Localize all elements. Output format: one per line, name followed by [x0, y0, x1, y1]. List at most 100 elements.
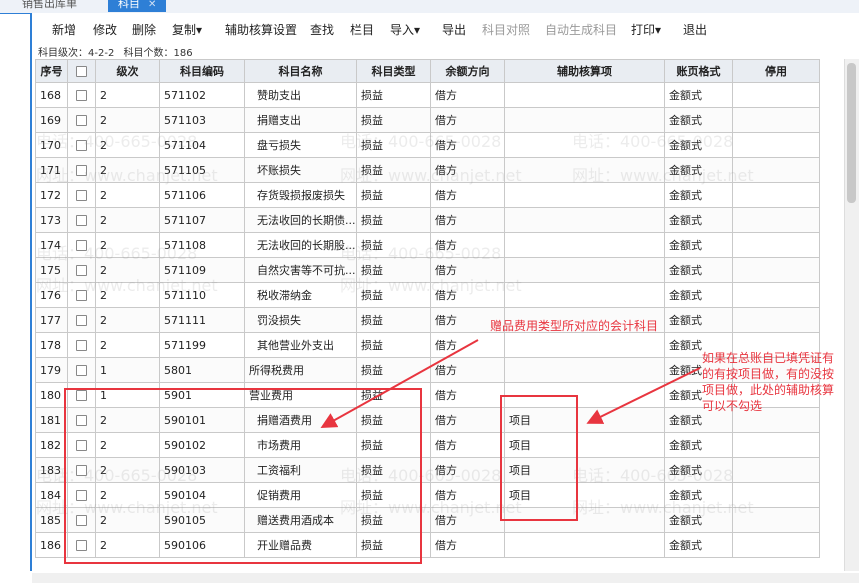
row-name: 无法收回的长期股... — [244, 232, 357, 258]
exit-button[interactable]: 退出 — [683, 21, 707, 38]
row-direction: 借方 — [430, 232, 505, 258]
table-row[interactable]: 177 2 571111 罚没损失 损益 借方 金额式 — [35, 307, 820, 333]
col-select[interactable] — [67, 59, 96, 83]
find-button[interactable]: 查找 — [310, 21, 334, 38]
row-format: 金额式 — [664, 432, 733, 458]
highlight-box-aux — [500, 395, 578, 521]
row-no: 174 — [35, 232, 68, 258]
copy-label: 复制 — [172, 23, 197, 37]
toolbar: 新增 修改 删除 复制▾ 辅助核算设置 查找 栏目 导入▾ 导出 科目对照 自动… — [32, 17, 859, 39]
row-direction: 借方 — [430, 82, 505, 108]
row-format: 金额式 — [664, 82, 733, 108]
row-type: 损益 — [356, 232, 431, 258]
row-format: 金额式 — [664, 457, 733, 483]
col-no[interactable]: 序号 — [35, 59, 68, 83]
row-disabled — [732, 532, 820, 558]
col-aux[interactable]: 辅助核算项 — [504, 59, 665, 83]
table-row[interactable]: 172 2 571106 存货毁损报废损失 损益 借方 金额式 — [35, 182, 820, 208]
col-direction[interactable]: 余额方向 — [430, 59, 505, 83]
aux-settings-button[interactable]: 辅助核算设置 — [225, 21, 297, 38]
row-type: 损益 — [356, 157, 431, 183]
row-direction: 借方 — [430, 482, 505, 508]
row-disabled — [732, 107, 820, 133]
row-disabled — [732, 507, 820, 533]
col-format[interactable]: 账页格式 — [664, 59, 733, 83]
col-code[interactable]: 科目编码 — [159, 59, 245, 83]
row-checkbox — [67, 132, 96, 158]
table-row[interactable]: 168 2 571102 赞助支出 损益 借方 金额式 — [35, 82, 820, 108]
select-all-checkbox[interactable] — [76, 66, 87, 77]
row-name: 其他营业外支出 — [244, 332, 357, 358]
copy-button[interactable]: 复制▾ — [172, 21, 202, 38]
row-select-checkbox[interactable] — [76, 265, 87, 276]
row-name: 自然灾害等不可抗... — [244, 257, 357, 283]
row-checkbox — [67, 257, 96, 283]
row-select-checkbox[interactable] — [76, 115, 87, 126]
col-name[interactable]: 科目名称 — [244, 59, 357, 83]
row-select-checkbox[interactable] — [76, 315, 87, 326]
row-direction: 借方 — [430, 457, 505, 483]
row-level: 1 — [95, 357, 160, 383]
row-select-checkbox[interactable] — [76, 215, 87, 226]
horizontal-scrollbar[interactable] — [32, 573, 859, 583]
table-header: 序号 级次 科目编码 科目名称 科目类型 余额方向 辅助核算项 账页格式 停用 — [35, 59, 820, 83]
add-button[interactable]: 新增 — [52, 21, 76, 38]
row-select-checkbox[interactable] — [76, 365, 87, 376]
tab-sales-outbound[interactable]: 销售出库单 — [22, 0, 77, 12]
row-format: 金额式 — [664, 532, 733, 558]
col-level[interactable]: 级次 — [95, 59, 160, 83]
col-type[interactable]: 科目类型 — [356, 59, 431, 83]
annotation-subject-note: 赠品费用类型所对应的会计科目 — [490, 319, 659, 333]
row-select-checkbox[interactable] — [76, 140, 87, 151]
row-checkbox — [67, 307, 96, 333]
row-disabled — [732, 232, 820, 258]
row-level: 2 — [95, 257, 160, 283]
row-code: 571103 — [159, 107, 245, 133]
tab-subjects[interactable]: 科目 ✕ — [108, 0, 167, 12]
table-row[interactable]: 173 2 571107 无法收回的长期债... 损益 借方 金额式 — [35, 207, 820, 233]
row-no: 173 — [35, 207, 68, 233]
row-level: 2 — [95, 207, 160, 233]
row-code: 571102 — [159, 82, 245, 108]
row-select-checkbox[interactable] — [76, 240, 87, 251]
table-row[interactable]: 169 2 571103 捐赠支出 损益 借方 金额式 — [35, 107, 820, 133]
row-checkbox — [67, 107, 96, 133]
print-button[interactable]: 打印▾ — [631, 21, 661, 38]
row-select-checkbox[interactable] — [76, 190, 87, 201]
row-aux — [504, 332, 665, 358]
tab-subjects-label: 科目 — [118, 0, 140, 10]
vertical-scrollbar[interactable] — [844, 59, 859, 571]
table-row[interactable]: 175 2 571109 自然灾害等不可抗... 损益 借方 金额式 — [35, 257, 820, 283]
row-disabled — [732, 457, 820, 483]
col-disabled[interactable]: 停用 — [732, 59, 820, 83]
row-disabled — [732, 482, 820, 508]
row-code: 571105 — [159, 157, 245, 183]
row-type: 损益 — [356, 182, 431, 208]
row-no: 178 — [35, 332, 68, 358]
row-select-checkbox[interactable] — [76, 340, 87, 351]
delete-button[interactable]: 删除 — [132, 21, 156, 38]
row-direction: 借方 — [430, 507, 505, 533]
row-type: 损益 — [356, 307, 431, 333]
subject-level: 科目级次：4-2-2 — [38, 48, 115, 59]
scroll-thumb[interactable] — [847, 63, 856, 203]
tab-strip: 销售出库单 科目 ✕ — [0, 0, 859, 14]
table-row[interactable]: 174 2 571108 无法收回的长期股... 损益 借方 金额式 — [35, 232, 820, 258]
row-format: 金额式 — [664, 482, 733, 508]
auto-generate-button[interactable]: 自动生成科目 — [545, 21, 617, 38]
chevron-down-icon: ▾ — [655, 23, 662, 37]
row-type: 损益 — [356, 107, 431, 133]
close-icon[interactable]: ✕ — [148, 0, 156, 10]
import-button[interactable]: 导入▾ — [390, 21, 420, 38]
export-button[interactable]: 导出 — [442, 21, 466, 38]
table-row[interactable]: 170 2 571104 盘亏损失 损益 借方 金额式 — [35, 132, 820, 158]
row-select-checkbox[interactable] — [76, 165, 87, 176]
row-select-checkbox[interactable] — [76, 290, 87, 301]
table-row[interactable]: 171 2 571105 坏账损失 损益 借方 金额式 — [35, 157, 820, 183]
row-select-checkbox[interactable] — [76, 90, 87, 101]
column-button[interactable]: 栏目 — [350, 21, 374, 38]
table-row[interactable]: 176 2 571110 税收滞纳金 损益 借方 金额式 — [35, 282, 820, 308]
edit-button[interactable]: 修改 — [93, 21, 117, 38]
subject-match-button[interactable]: 科目对照 — [482, 21, 530, 38]
row-direction: 借方 — [430, 532, 505, 558]
